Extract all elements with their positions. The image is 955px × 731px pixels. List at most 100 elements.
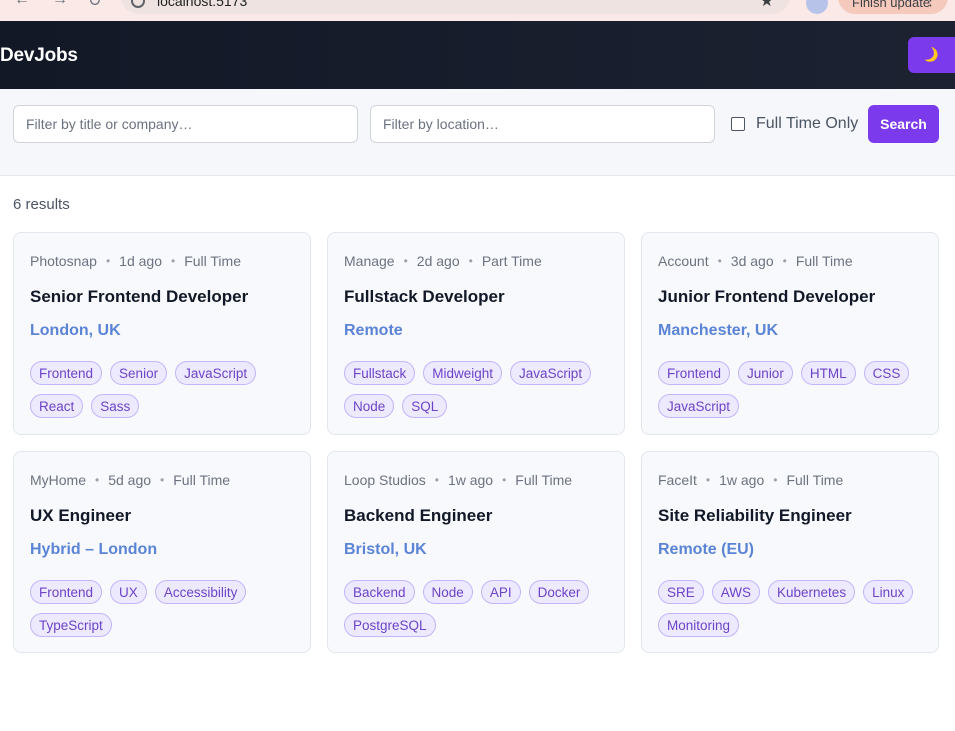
bookmark-star-icon[interactable]: ★ (760, 0, 774, 11)
job-tag[interactable]: Frontend (30, 361, 103, 385)
job-location: Bristol, UK (344, 541, 427, 558)
job-card[interactable]: FaceIt • 1w ago • Full Time Site Reliabi… (641, 451, 939, 653)
job-posted-time: 5d ago (108, 472, 152, 488)
location-filter-input[interactable] (370, 105, 715, 143)
job-card[interactable]: Loop Studios • 1w ago • Full Time Backen… (327, 451, 625, 653)
job-title[interactable]: Junior Frontend Developer (658, 287, 922, 307)
theme-toggle-button[interactable]: 🌙 (908, 37, 955, 73)
job-meta: Account • 3d ago • Full Time (658, 252, 922, 270)
meta-separator-icon: • (170, 254, 176, 268)
job-tag[interactable]: Monitoring (658, 613, 740, 637)
job-tags: Frontend Senior JavaScript React Sass (30, 361, 294, 418)
job-tag[interactable]: Frontend (30, 580, 103, 604)
job-contract-type: Full Time (786, 472, 844, 488)
moon-icon: 🌙 (921, 44, 942, 65)
job-posted-time: 1d ago (119, 253, 162, 269)
job-location: Remote (344, 322, 403, 339)
browser-chrome: ← → ↻ localhost:5173 ★ Finish update ⋮ (0, 0, 955, 21)
back-arrow-icon[interactable]: ← (14, 0, 30, 9)
job-tag[interactable]: React (30, 394, 84, 418)
job-tag[interactable]: Senior (110, 361, 168, 385)
job-tag[interactable]: Node (422, 580, 473, 604)
job-tag[interactable]: API (480, 580, 521, 604)
job-company: MyHome (30, 472, 87, 488)
job-tags: Frontend Junior HTML CSS JavaScript (658, 361, 922, 418)
full-time-checkbox[interactable] (731, 117, 745, 131)
address-bar-url: localhost:5173 (157, 0, 248, 9)
full-time-only-toggle[interactable]: Full Time Only (731, 115, 858, 133)
meta-separator-icon: • (773, 473, 778, 487)
browser-menu-icon[interactable]: ⋮ (923, 0, 938, 9)
filter-bar: Full Time Only Search (0, 89, 955, 176)
browser-update-label: Finish update (852, 0, 931, 10)
job-tag[interactable]: Kubernetes (768, 580, 856, 604)
job-location: Remote (EU) (658, 541, 755, 558)
search-button[interactable]: Search (868, 105, 939, 143)
title-company-filter-input[interactable] (13, 105, 358, 143)
job-location: Manchester, UK (658, 322, 779, 339)
job-meta: FaceIt • 1w ago • Full Time (658, 471, 922, 489)
job-tag[interactable]: PostgreSQL (344, 613, 436, 637)
job-title[interactable]: UX Engineer (30, 506, 294, 526)
forward-arrow-icon[interactable]: → (52, 0, 68, 9)
job-tag[interactable]: SRE (658, 580, 704, 604)
job-tag[interactable]: Docker (528, 580, 590, 604)
meta-separator-icon: • (434, 473, 439, 487)
meta-separator-icon: • (717, 254, 722, 268)
job-tags: SRE AWS Kubernetes Linux Monitoring (658, 580, 922, 637)
job-card[interactable]: Photosnap • 1d ago • Full Time Senior Fr… (13, 232, 311, 435)
job-contract-type: Full Time (515, 472, 573, 488)
job-contract-type: Full Time (184, 253, 241, 269)
job-card[interactable]: MyHome • 5d ago • Full Time UX Engineer … (13, 451, 311, 653)
job-location: Hybrid – London (30, 541, 158, 558)
meta-separator-icon: • (705, 473, 711, 487)
job-tag[interactable]: CSS (863, 361, 910, 385)
job-posted-time: 1w ago (447, 472, 494, 488)
job-tag[interactable]: AWS (711, 580, 761, 604)
job-tag[interactable]: JavaScript (658, 394, 740, 418)
job-tags: Frontend UX Accessibility TypeScript (30, 580, 294, 637)
job-tag[interactable]: JavaScript (175, 361, 257, 385)
meta-separator-icon: • (502, 473, 507, 487)
job-tag[interactable]: Frontend (658, 361, 731, 385)
devjobs-logo[interactable]: DevJobs (0, 45, 78, 67)
job-title[interactable]: Fullstack Developer (344, 287, 608, 307)
job-title[interactable]: Senior Frontend Developer (30, 287, 294, 307)
job-posted-time: 3d ago (730, 253, 774, 269)
reload-icon[interactable]: ↻ (88, 0, 101, 11)
job-company: Account (658, 253, 709, 269)
job-tag[interactable]: JavaScript (510, 361, 592, 385)
job-tag[interactable]: Node (344, 394, 395, 418)
job-meta: MyHome • 5d ago • Full Time (30, 471, 294, 489)
job-tag[interactable]: Junior (738, 361, 793, 385)
site-info-icon[interactable] (131, 0, 145, 8)
job-tag[interactable]: Fullstack (344, 361, 416, 385)
job-tag[interactable]: Accessibility (154, 580, 247, 604)
meta-separator-icon: • (160, 473, 165, 487)
job-company: Loop Studios (344, 472, 426, 488)
job-tag[interactable]: Midweight (423, 361, 503, 385)
job-tag[interactable]: HTML (800, 361, 856, 385)
meta-separator-icon: • (782, 254, 787, 268)
meta-separator-icon: • (468, 254, 473, 268)
job-title[interactable]: Backend Engineer (344, 506, 608, 526)
profile-avatar[interactable] (806, 0, 828, 14)
job-tag[interactable]: Sass (91, 394, 140, 418)
browser-update-button[interactable]: Finish update ⋮ (838, 0, 948, 14)
job-tags: Fullstack Midweight JavaScript Node SQL (344, 361, 608, 418)
job-tag[interactable]: UX (110, 580, 147, 604)
job-posted-time: 1w ago (719, 472, 765, 488)
job-card[interactable]: Manage • 2d ago • Part Time Fullstack De… (327, 232, 625, 435)
job-posted-time: 2d ago (416, 253, 460, 269)
job-company: Photosnap (30, 253, 97, 269)
job-meta: Loop Studios • 1w ago • Full Time (344, 471, 608, 489)
address-bar[interactable]: localhost:5173 ★ (121, 0, 790, 14)
job-tag[interactable]: Linux (863, 580, 914, 604)
job-tag[interactable]: TypeScript (30, 613, 112, 637)
job-tag[interactable]: SQL (402, 394, 448, 418)
job-title[interactable]: Site Reliability Engineer (658, 506, 922, 526)
job-card[interactable]: Account • 3d ago • Full Time Junior Fron… (641, 232, 939, 435)
job-tag[interactable]: Backend (344, 580, 415, 604)
job-tags: Backend Node API Docker PostgreSQL (344, 580, 608, 637)
job-card-grid: Photosnap • 1d ago • Full Time Senior Fr… (13, 232, 939, 653)
